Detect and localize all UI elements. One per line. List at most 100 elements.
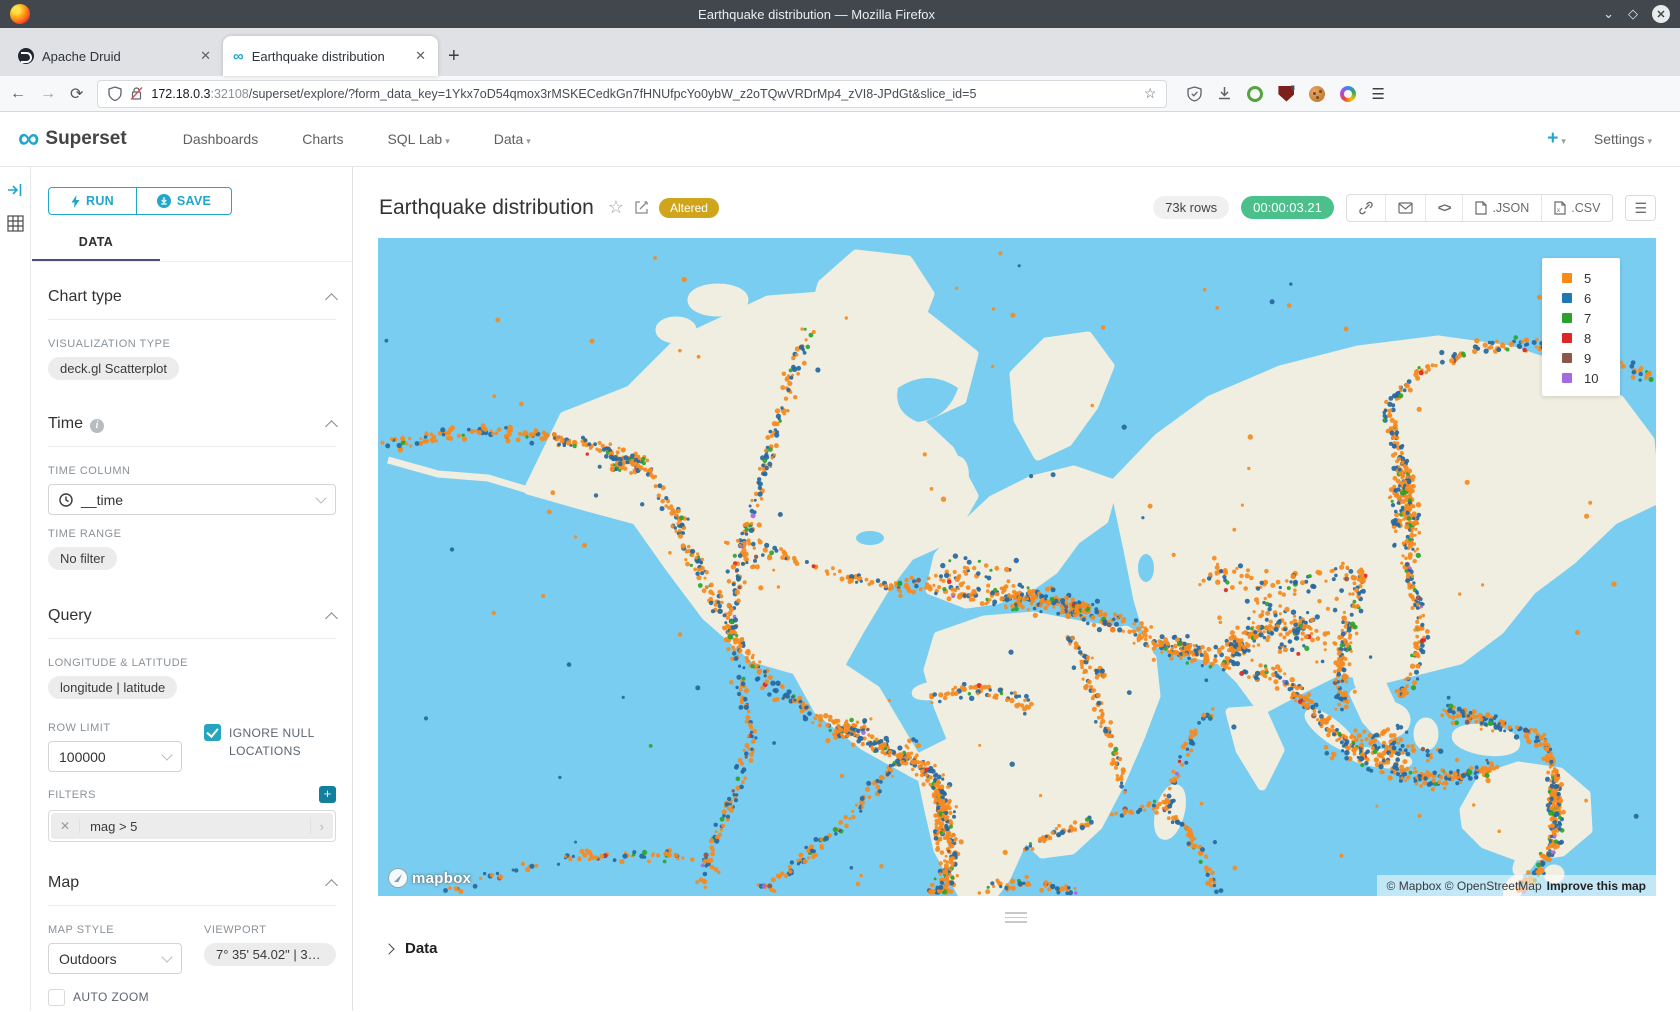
dataset-grid-icon[interactable] <box>7 215 24 232</box>
chevron-right-icon <box>383 943 394 954</box>
export-csv-button[interactable]: x .CSV <box>1542 195 1612 221</box>
ublock-origin-icon[interactable]: 2 <box>1278 86 1294 102</box>
remove-filter-icon[interactable]: ✕ <box>51 819 80 833</box>
tab-close-icon[interactable]: ✕ <box>198 48 213 64</box>
legend-item[interactable]: 5 <box>1542 268 1620 288</box>
nav-sql-lab[interactable]: SQL Lab▾ <box>387 131 449 147</box>
run-button[interactable]: RUN <box>48 187 137 215</box>
section-time: Timei TIME COLUMN __time TIME RANGE No f… <box>48 385 336 575</box>
nav-dashboards[interactable]: Dashboards <box>183 131 259 147</box>
checkbox-checked-icon[interactable] <box>204 724 221 741</box>
legend-item[interactable]: 8 <box>1542 328 1620 348</box>
improve-map-link[interactable]: Improve this map <box>1547 879 1646 893</box>
map-style-label: MAP STYLE <box>48 924 182 936</box>
cookie-extension-icon[interactable] <box>1309 86 1325 102</box>
window-maximize-icon[interactable]: ◇ <box>1628 6 1638 22</box>
edit-properties-icon[interactable] <box>634 200 649 215</box>
deckgl-map[interactable]: 5678910 mapbox © Mapbox © OpenStreetMap … <box>378 238 1656 896</box>
chart-header: Earthquake distribution ☆ Altered 73k ro… <box>353 167 1680 238</box>
insecure-lock-icon[interactable] <box>130 86 143 101</box>
time-range-label: TIME RANGE <box>48 528 336 540</box>
mapbox-logo[interactable]: mapbox <box>388 868 471 888</box>
viz-type-value[interactable]: deck.gl Scatterplot <box>48 357 179 380</box>
section-header-query[interactable]: Query <box>48 607 336 639</box>
downloads-icon[interactable] <box>1217 86 1232 101</box>
lonlat-value[interactable]: longitude | latitude <box>48 676 177 699</box>
nav-data[interactable]: Data▾ <box>494 131 531 147</box>
url-field[interactable]: 172.18.0.3:32108/superset/explore/?form_… <box>97 80 1167 108</box>
expand-panel-icon[interactable] <box>7 183 23 197</box>
resize-gap <box>353 896 1680 940</box>
time-range-value[interactable]: No filter <box>48 547 117 570</box>
section-header-time[interactable]: Timei <box>48 415 336 447</box>
envelope-icon <box>1398 202 1413 214</box>
menu-hamburger-icon[interactable]: ☰ <box>1371 85 1384 103</box>
chart-content: Earthquake distribution ☆ Altered 73k ro… <box>353 167 1680 1011</box>
row-count-badge: 73k rows <box>1153 196 1229 219</box>
legend-label: 8 <box>1584 331 1591 346</box>
ignore-null-checkbox-row[interactable]: IGNORE NULL LOCATIONS <box>204 724 336 760</box>
legend-swatch <box>1562 293 1572 303</box>
forward-button[interactable]: → <box>40 85 56 103</box>
chevron-right-icon[interactable]: › <box>310 819 333 834</box>
favorite-star-icon[interactable]: ☆ <box>608 197 624 218</box>
legend-item[interactable]: 7 <box>1542 308 1620 328</box>
filter-chip[interactable]: ✕ mag > 5 › <box>51 813 333 839</box>
copy-link-button[interactable] <box>1347 195 1386 221</box>
bookmark-star-icon[interactable]: ☆ <box>1144 85 1157 102</box>
map-style-select[interactable]: Outdoors <box>48 943 182 974</box>
data-panel-toggle[interactable]: Data <box>353 940 1680 957</box>
tab-earthquake-distribution[interactable]: ∞ Earthquake distribution ✕ <box>223 36 438 76</box>
window-close-icon[interactable]: ✕ <box>1652 5 1670 23</box>
export-json-button[interactable]: .JSON <box>1463 195 1542 221</box>
checkbox-unchecked-icon[interactable] <box>48 989 65 1006</box>
time-column-select[interactable]: __time <box>48 484 336 515</box>
legend-item[interactable]: 6 <box>1542 288 1620 308</box>
protection-shield-icon[interactable] <box>1187 86 1202 102</box>
add-filter-button[interactable]: + <box>319 786 336 803</box>
section-header-chart-type[interactable]: Chart type <box>48 288 336 320</box>
tab-data[interactable]: DATA <box>32 227 160 261</box>
superset-brand[interactable]: ∞ Superset <box>18 127 127 151</box>
section-header-map[interactable]: Map <box>48 874 336 906</box>
save-button[interactable]: SAVE <box>137 187 232 215</box>
pinwheel-extension-icon[interactable] <box>1340 86 1356 102</box>
superset-logo-icon: ∞ <box>18 127 37 151</box>
window-minimize-icon[interactable]: ⌄ <box>1603 6 1614 22</box>
embed-code-button[interactable]: <> <box>1426 195 1464 221</box>
lonlat-label: LONGITUDE & LATITUDE <box>48 657 336 669</box>
drag-handle[interactable] <box>1005 912 1027 926</box>
mapbox-logo-icon <box>388 868 408 888</box>
world-map <box>378 238 1656 896</box>
map-legend: 5 67 8 910 <box>1542 258 1620 396</box>
auto-zoom-checkbox-row[interactable]: AUTO ZOOM <box>48 988 182 1006</box>
caspian-sea <box>1138 554 1154 582</box>
shield-permissions-icon[interactable] <box>108 86 122 101</box>
time-column-label: TIME COLUMN <box>48 465 336 477</box>
altered-badge[interactable]: Altered <box>659 198 719 218</box>
section-map: Map MAP STYLE Outdoors AUTO ZOOM VIEWPOR… <box>48 842 336 1006</box>
legend-item[interactable]: 10 <box>1542 368 1620 388</box>
new-tab-button[interactable]: + <box>448 45 460 68</box>
reload-button[interactable]: ⟳ <box>70 84 83 104</box>
email-button[interactable] <box>1386 195 1426 221</box>
settings-menu[interactable]: Settings▾ <box>1594 131 1652 147</box>
viewport-value[interactable]: 7° 35' 54.02" | 31... <box>204 943 336 966</box>
legend-label: 5 <box>1584 271 1591 286</box>
export-button-group: <> .JSON x .CSV <box>1346 194 1614 222</box>
legend-swatch <box>1562 333 1572 343</box>
add-new-button[interactable]: +▾ <box>1547 128 1566 150</box>
superset-navbar: ∞ Superset Dashboards Charts SQL Lab▾ Da… <box>0 112 1680 167</box>
tab-close-icon[interactable]: ✕ <box>413 48 428 64</box>
filters-label: FILTERS <box>48 789 96 801</box>
chevron-down-icon: ▾ <box>1647 136 1652 146</box>
nav-charts[interactable]: Charts <box>302 131 343 147</box>
row-limit-label: ROW LIMIT <box>48 722 182 734</box>
extension-green-icon[interactable] <box>1247 86 1263 102</box>
row-limit-select[interactable]: 100000 <box>48 741 182 772</box>
back-button[interactable]: ← <box>10 85 26 103</box>
tab-apache-druid[interactable]: Apache Druid ✕ <box>8 36 223 76</box>
chevron-up-icon <box>325 612 338 625</box>
chart-menu-button[interactable]: ☰ <box>1625 195 1656 221</box>
legend-item[interactable]: 9 <box>1542 348 1620 368</box>
